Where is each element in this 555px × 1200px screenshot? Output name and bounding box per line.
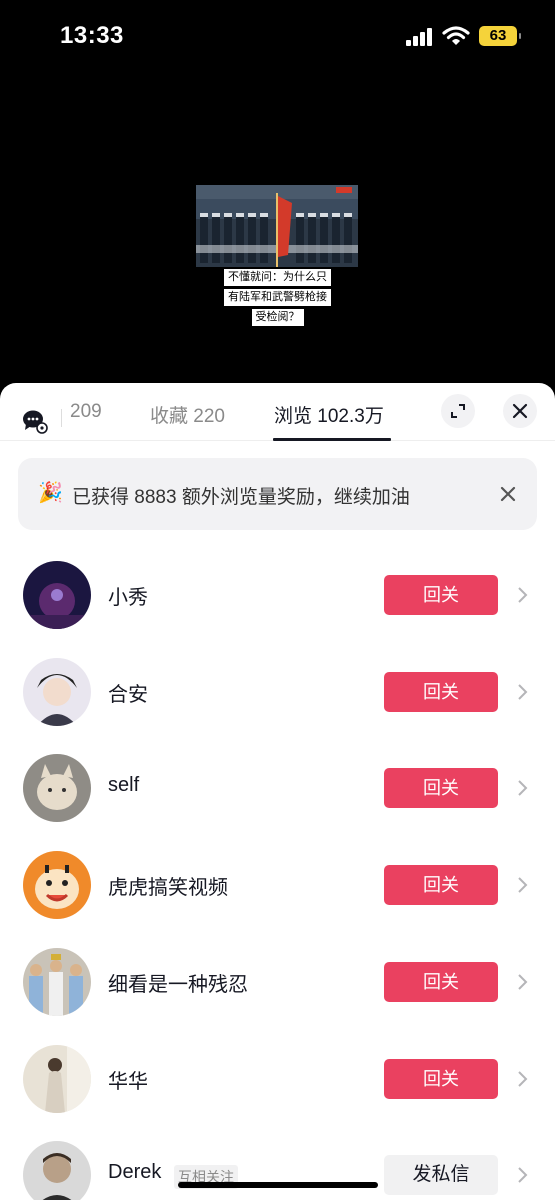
follow-back-button[interactable]: 回关 <box>384 672 498 712</box>
party-popper-icon: 🎉 <box>38 482 63 504</box>
cellular-signal-icon <box>406 28 434 46</box>
active-tab-indicator <box>273 438 391 441</box>
send-message-button[interactable]: 发私信 <box>384 1155 498 1195</box>
chevron-right-icon[interactable] <box>516 972 530 992</box>
user-name: 小秀 <box>108 587 148 609</box>
video-caption-line-3: 受检阅？ <box>0 307 555 326</box>
video-preview[interactable]: 不懂就问：为什么只 有陆军和武警劈枪接 受检阅？ <box>0 75 555 385</box>
list-item[interactable]: 华华 回关 <box>0 1045 555 1141</box>
follow-back-button[interactable]: 回关 <box>384 768 498 808</box>
chevron-right-icon[interactable] <box>516 875 530 895</box>
follow-back-button[interactable]: 回关 <box>384 865 498 905</box>
video-caption-line-1: 不懂就问：为什么只 <box>0 267 555 286</box>
bottom-sheet: 209 收藏 220 浏览 102.3万 🎉 已获得 8883 额外浏览量奖励，… <box>0 383 555 1200</box>
user-name: 虎虎搞笑视频 <box>108 877 228 899</box>
list-item[interactable]: 小秀 回关 <box>0 561 555 657</box>
expand-icon <box>451 404 465 418</box>
list-item[interactable]: 虎虎搞笑视频 回关 <box>0 851 555 947</box>
tab-bar: 209 收藏 220 浏览 102.3万 <box>0 383 555 441</box>
parade-image <box>196 185 358 267</box>
tab-favorites[interactable]: 收藏 220 <box>150 401 225 428</box>
list-item[interactable]: Derek 互相关注 发私信 <box>0 1141 555 1200</box>
tab-divider <box>61 409 62 427</box>
user-name: self <box>108 774 140 796</box>
list-item[interactable]: self 回关 <box>0 754 555 850</box>
tab-likes[interactable]: 209 <box>70 401 102 423</box>
battery-indicator: 63 <box>479 26 521 46</box>
avatar[interactable] <box>23 1045 91 1113</box>
avatar[interactable] <box>23 754 91 822</box>
video-caption-line-2: 有陆军和武警劈枪接 <box>0 287 555 306</box>
user-name: 华华 <box>108 1071 148 1093</box>
avatar[interactable] <box>23 851 91 919</box>
avatar[interactable] <box>23 1141 91 1200</box>
avatar[interactable] <box>23 658 91 726</box>
reward-banner: 🎉 已获得 8883 额外浏览量奖励，继续加油 <box>18 458 537 530</box>
close-button[interactable] <box>503 394 537 428</box>
avatar[interactable] <box>23 948 91 1016</box>
expand-button[interactable] <box>441 394 475 428</box>
close-icon <box>512 403 528 419</box>
wifi-icon <box>442 26 470 45</box>
reward-banner-text: 已获得 8883 额外浏览量奖励，继续加油 <box>72 487 410 508</box>
chat-bubble-icon[interactable] <box>22 408 48 434</box>
avatar[interactable] <box>23 561 91 629</box>
chevron-right-icon[interactable] <box>516 1165 530 1185</box>
follow-back-button[interactable]: 回关 <box>384 1059 498 1099</box>
follow-back-button[interactable]: 回关 <box>384 962 498 1002</box>
tab-views[interactable]: 浏览 102.3万 <box>274 401 384 428</box>
user-name: 细看是一种残忍 <box>108 974 248 996</box>
list-item[interactable]: 合安 回关 <box>0 658 555 754</box>
video-thumbnail[interactable] <box>196 185 358 267</box>
user-name: 合安 <box>108 684 148 706</box>
banner-close-icon[interactable] <box>496 482 520 506</box>
status-time: 13:33 <box>60 22 124 49</box>
chevron-right-icon[interactable] <box>516 1069 530 1089</box>
chevron-right-icon[interactable] <box>516 585 530 605</box>
status-bar: 13:33 63 <box>0 0 555 75</box>
chevron-right-icon[interactable] <box>516 778 530 798</box>
user-name: Derek <box>108 1161 162 1183</box>
chevron-right-icon[interactable] <box>516 682 530 702</box>
follow-back-button[interactable]: 回关 <box>384 575 498 615</box>
list-item[interactable]: 细看是一种残忍 回关 <box>0 948 555 1044</box>
home-indicator[interactable] <box>178 1182 378 1188</box>
